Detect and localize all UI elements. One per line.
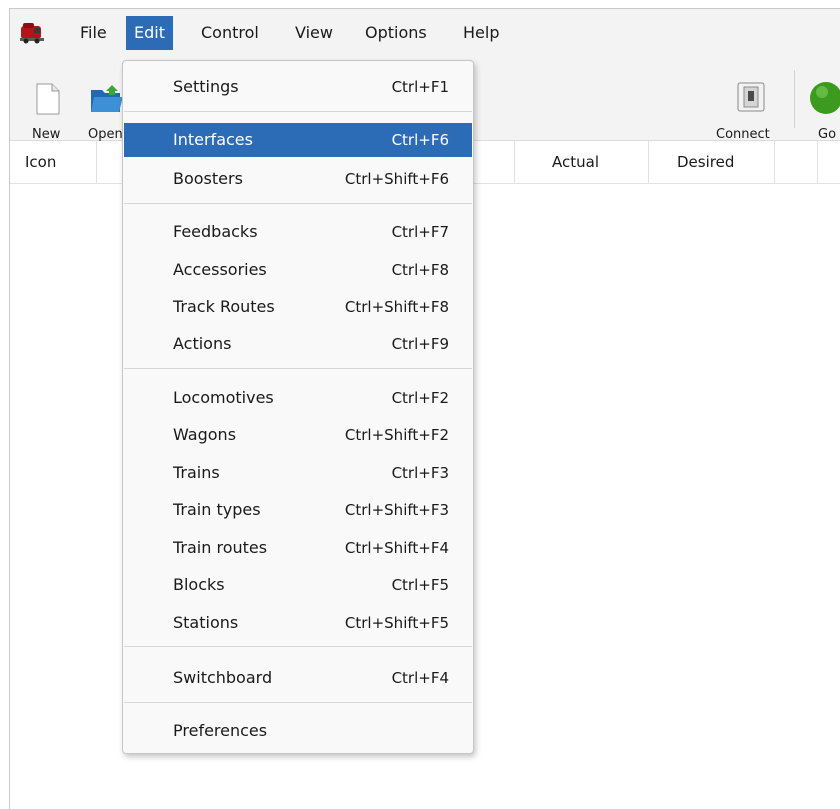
- menu-item-locomotives[interactable]: Locomotives Ctrl+F2: [124, 381, 472, 415]
- menu-item-shortcut: Ctrl+F2: [391, 389, 449, 407]
- switch-icon: [737, 82, 765, 112]
- menu-item-interfaces[interactable]: Interfaces Ctrl+F6: [124, 123, 472, 157]
- menu-item-shortcut: Ctrl+F9: [391, 335, 449, 353]
- go-button-label: Go: [818, 127, 837, 140]
- column-separator: [648, 141, 649, 183]
- menu-help[interactable]: Help: [455, 16, 507, 50]
- menu-item-switchboard[interactable]: Switchboard Ctrl+F4: [124, 661, 472, 695]
- menu-item-preferences[interactable]: Preferences: [124, 714, 472, 748]
- open-folder-icon: [91, 85, 123, 112]
- menu-item-stations[interactable]: Stations Ctrl+Shift+F5: [124, 606, 472, 640]
- menu-item-label: Boosters: [173, 169, 243, 188]
- menu-item-shortcut: Ctrl+Shift+F3: [344, 501, 449, 519]
- train-logo-icon: [20, 23, 44, 44]
- menu-item-shortcut: Ctrl+F3: [391, 464, 449, 482]
- menu-item-label: Preferences: [173, 721, 268, 740]
- menu-item-label: Blocks: [173, 575, 225, 594]
- column-header-desired[interactable]: Desired: [677, 141, 734, 183]
- menu-item-shortcut: Ctrl+F5: [391, 576, 449, 594]
- new-document-icon: [36, 83, 60, 115]
- column-separator: [514, 141, 515, 183]
- menu-separator: [124, 111, 472, 112]
- column-separator: [817, 141, 818, 183]
- menu-item-label: Train routes: [173, 538, 268, 557]
- menu-item-shortcut: Ctrl+F6: [391, 131, 449, 149]
- menu-item-shortcut: Ctrl+Shift+F8: [344, 298, 449, 316]
- menu-item-shortcut: Ctrl+Shift+F6: [344, 170, 449, 188]
- menu-item-label: Locomotives: [173, 388, 274, 407]
- menu-item-label: Interfaces: [173, 130, 253, 149]
- new-button-label: New: [32, 127, 61, 142]
- connect-button[interactable]: Connect: [712, 56, 790, 142]
- menu-item-shortcut: Ctrl+F1: [391, 78, 449, 96]
- menu-item-shortcut: Ctrl+F4: [391, 669, 449, 687]
- menu-separator: [124, 368, 472, 369]
- menu-bar: File Edit Control View Options Help: [10, 9, 840, 56]
- menu-item-train-types[interactable]: Train types Ctrl+Shift+F3: [124, 493, 472, 527]
- menu-item-actions[interactable]: Actions Ctrl+F9: [124, 327, 472, 361]
- column-header-actual[interactable]: Actual: [552, 141, 599, 183]
- menu-item-accessories[interactable]: Accessories Ctrl+F8: [124, 253, 472, 287]
- go-green-circle-icon: [810, 82, 840, 114]
- menu-item-shortcut: Ctrl+Shift+F4: [344, 539, 449, 557]
- menu-item-train-routes[interactable]: Train routes Ctrl+Shift+F4: [124, 531, 472, 565]
- menu-item-label: Trains: [173, 463, 220, 482]
- menu-item-label: Stations: [173, 613, 239, 632]
- menu-item-label: Track Routes: [173, 297, 275, 316]
- menu-item-label: Accessories: [173, 260, 267, 279]
- menu-item-wagons[interactable]: Wagons Ctrl+Shift+F2: [124, 418, 472, 452]
- menu-item-trains[interactable]: Trains Ctrl+F3: [124, 456, 472, 490]
- menu-separator: [124, 646, 472, 647]
- toolbar-separator: [794, 70, 795, 128]
- menu-item-blocks[interactable]: Blocks Ctrl+F5: [124, 568, 472, 602]
- connect-button-label: Connect: [716, 127, 770, 142]
- menu-view[interactable]: View: [287, 16, 341, 50]
- open-button-label: Open: [88, 127, 123, 142]
- menu-item-boosters[interactable]: Boosters Ctrl+Shift+F6: [124, 162, 472, 196]
- menu-item-track-routes[interactable]: Track Routes Ctrl+Shift+F8: [124, 290, 472, 324]
- menu-item-label: Settings: [173, 77, 239, 96]
- column-separator: [774, 141, 775, 183]
- menu-item-shortcut: Ctrl+Shift+F5: [344, 614, 449, 632]
- menu-item-settings[interactable]: Settings Ctrl+F1: [124, 70, 472, 104]
- column-header-icon[interactable]: Icon: [25, 141, 56, 183]
- menu-item-label: Train types: [173, 500, 261, 519]
- menu-item-shortcut: Ctrl+F8: [391, 261, 449, 279]
- menu-edit[interactable]: Edit: [126, 16, 173, 50]
- menu-item-shortcut: Ctrl+F7: [391, 223, 449, 241]
- menu-options[interactable]: Options: [357, 16, 435, 50]
- menu-control[interactable]: Control: [193, 16, 267, 50]
- column-separator: [96, 141, 97, 183]
- menu-item-label: Actions: [173, 334, 232, 353]
- menu-item-label: Wagons: [173, 425, 237, 444]
- go-button[interactable]: Go: [805, 56, 840, 140]
- menu-item-label: Switchboard: [173, 668, 273, 687]
- new-button[interactable]: New: [24, 56, 74, 142]
- menu-item-label: Feedbacks: [173, 222, 258, 241]
- menu-separator: [124, 203, 472, 204]
- edit-menu-dropdown: Settings Ctrl+F1 Interfaces Ctrl+F6 Boos…: [122, 60, 474, 754]
- menu-item-shortcut: Ctrl+Shift+F2: [344, 426, 449, 444]
- menu-separator: [124, 702, 472, 703]
- menu-item-feedbacks[interactable]: Feedbacks Ctrl+F7: [124, 215, 472, 249]
- menu-file[interactable]: File: [72, 16, 115, 50]
